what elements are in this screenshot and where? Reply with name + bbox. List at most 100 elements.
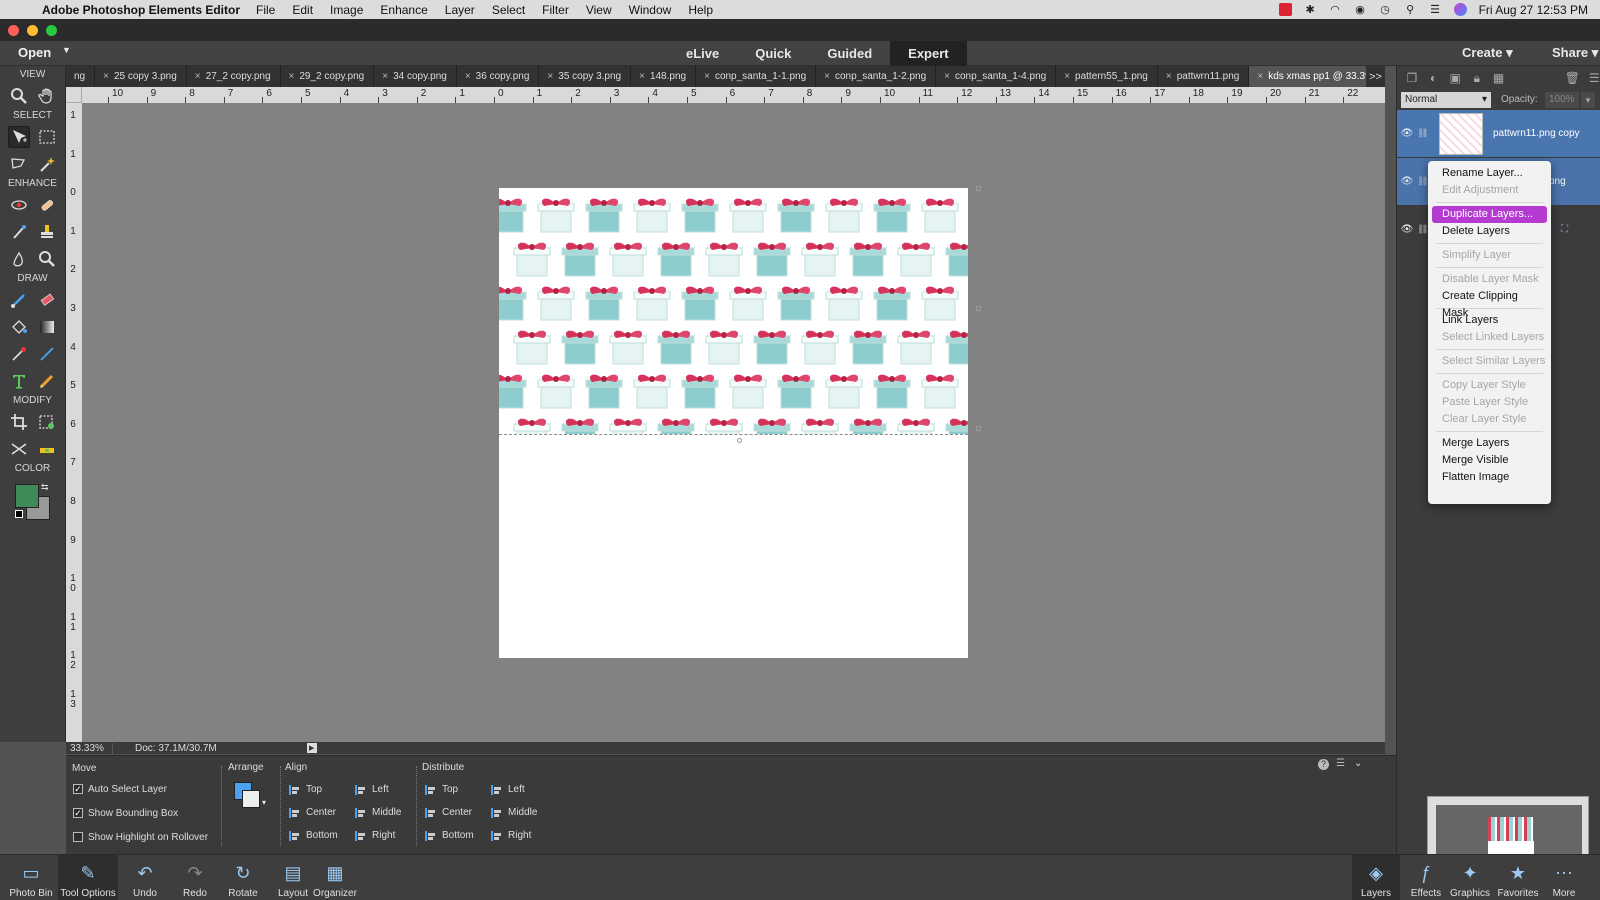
- close-tab-icon[interactable]: ×: [103, 71, 109, 82]
- smart-brush-tool[interactable]: [8, 221, 30, 243]
- menu-select[interactable]: Select: [492, 3, 525, 17]
- context-menu-item[interactable]: Rename Layer...: [1432, 165, 1547, 182]
- auto-select-checkbox[interactable]: ✓: [73, 784, 83, 794]
- bluetooth-icon[interactable]: ✱: [1304, 3, 1317, 16]
- context-menu-item[interactable]: Merge Layers: [1432, 435, 1547, 452]
- document-tab[interactable]: × 27_2 copy.png: [187, 66, 281, 87]
- redo-button[interactable]: ↷ Redo: [172, 855, 218, 900]
- panel-menu-icon[interactable]: ☰: [1587, 71, 1600, 85]
- align-left-button[interactable]: Left: [372, 784, 389, 795]
- close-tab-icon[interactable]: ×: [824, 71, 830, 82]
- highlight-checkbox[interactable]: [73, 832, 83, 842]
- marquee-tool[interactable]: [36, 126, 58, 148]
- rotate-button[interactable]: ↻ Rotate: [220, 855, 266, 900]
- foreground-color-swatch[interactable]: [15, 484, 39, 508]
- zoom-tool[interactable]: [8, 85, 30, 107]
- crop-tool[interactable]: [8, 411, 30, 433]
- share-button[interactable]: Share ▾: [1552, 45, 1598, 61]
- document-tab[interactable]: × 29_2 copy.png: [281, 66, 375, 87]
- zoom-window-button[interactable]: [46, 24, 57, 36]
- pencil-tool[interactable]: [36, 370, 58, 392]
- close-tab-icon[interactable]: ×: [944, 71, 950, 82]
- open-dropdown-icon[interactable]: ▼: [62, 45, 71, 55]
- rotate-handle[interactable]: [737, 438, 742, 443]
- mode-guided[interactable]: Guided: [809, 41, 890, 66]
- align-right-icon[interactable]: [354, 830, 366, 842]
- trash-icon[interactable]: 🗑︎: [1565, 71, 1580, 85]
- menu-help[interactable]: Help: [688, 3, 713, 17]
- align-center-icon[interactable]: [288, 807, 300, 819]
- bounding-box-label[interactable]: Show Bounding Box: [88, 808, 178, 819]
- close-tab-icon[interactable]: ×: [704, 71, 710, 82]
- document-tab[interactable]: × conp_santa_1-4.png: [936, 66, 1057, 87]
- transform-handle[interactable]: [976, 186, 981, 191]
- context-menu-item[interactable]: Create Clipping Mask: [1432, 288, 1547, 319]
- close-tab-icon[interactable]: ×: [382, 71, 388, 82]
- align-top-button[interactable]: Top: [306, 784, 322, 795]
- document-tab[interactable]: × 148.png: [631, 66, 697, 87]
- mode-expert[interactable]: Expert: [890, 41, 967, 66]
- distribute-right-icon[interactable]: [490, 830, 502, 842]
- distribute-bottom-button[interactable]: Bottom: [442, 830, 474, 841]
- straighten-tool[interactable]: [36, 438, 58, 460]
- document-tab[interactable]: ×kds xmas pp1 @ 33.3% (RGB/8) *: [1249, 66, 1385, 87]
- distribute-middle-icon[interactable]: [490, 807, 502, 819]
- tool-options-button[interactable]: ✎ Tool Options: [58, 855, 118, 900]
- time-machine-icon[interactable]: ◷: [1379, 3, 1392, 16]
- align-bottom-icon[interactable]: [288, 830, 300, 842]
- close-tab-icon[interactable]: ×: [1257, 71, 1263, 82]
- user-icon[interactable]: ◉: [1354, 3, 1367, 16]
- close-window-button[interactable]: [8, 24, 19, 36]
- transform-handle[interactable]: [976, 306, 981, 311]
- distribute-center-icon[interactable]: [424, 807, 436, 819]
- mode-elive[interactable]: eLive: [668, 41, 737, 66]
- magic-wand-tool[interactable]: [36, 153, 58, 175]
- options-menu-icon[interactable]: ☰: [1336, 758, 1345, 769]
- adjustment-layer-icon[interactable]: ◐: [1427, 71, 1441, 85]
- line-tool[interactable]: [36, 343, 58, 365]
- layer-name[interactable]: pattwrn11.png copy: [1493, 128, 1580, 139]
- menu-file[interactable]: File: [256, 3, 275, 17]
- document-tab[interactable]: × pattern55_1.png: [1056, 66, 1158, 87]
- context-menu-item[interactable]: Link Layers: [1432, 312, 1547, 329]
- align-left-icon[interactable]: [354, 784, 366, 796]
- menu-view[interactable]: View: [586, 3, 612, 17]
- effects-button[interactable]: ƒ Effects: [1402, 855, 1450, 900]
- open-button[interactable]: Open: [18, 45, 51, 60]
- layout-button[interactable]: ▤ Layout: [270, 855, 316, 900]
- close-tab-icon[interactable]: ×: [1166, 71, 1172, 82]
- close-tab-icon[interactable]: ×: [465, 71, 471, 82]
- close-tab-icon[interactable]: ×: [289, 71, 295, 82]
- search-icon[interactable]: ⚲: [1404, 3, 1417, 16]
- status-menu-icon[interactable]: ▶: [306, 743, 317, 753]
- align-middle-button[interactable]: Middle: [372, 807, 401, 818]
- align-right-button[interactable]: Right: [372, 830, 395, 841]
- menu-filter[interactable]: Filter: [542, 3, 569, 17]
- align-middle-icon[interactable]: [354, 807, 366, 819]
- gradient-tool[interactable]: [36, 316, 58, 338]
- healing-brush-tool[interactable]: [36, 194, 58, 216]
- undo-button[interactable]: ↶ Undo: [122, 855, 168, 900]
- context-menu-item[interactable]: Delete Layers: [1432, 223, 1547, 240]
- distribute-left-button[interactable]: Left: [508, 784, 525, 795]
- canvas-workspace[interactable]: [82, 103, 1385, 742]
- context-menu-item[interactable]: Flatten Image: [1432, 469, 1547, 486]
- paint-bucket-tool[interactable]: [8, 316, 30, 338]
- organizer-button[interactable]: ▦ Organizer: [312, 855, 358, 900]
- distribute-middle-button[interactable]: Middle: [508, 807, 537, 818]
- zoom-enhance-tool[interactable]: [36, 248, 58, 270]
- document-tab[interactable]: × 34 copy.png: [374, 66, 457, 87]
- wifi-icon[interactable]: ◠: [1329, 3, 1342, 16]
- favorites-button[interactable]: ★ Favorites: [1494, 855, 1542, 900]
- document-tab[interactable]: ng: [66, 66, 96, 87]
- brush-tool[interactable]: [8, 289, 30, 311]
- hand-tool[interactable]: [36, 85, 58, 107]
- minimize-window-button[interactable]: [27, 24, 38, 36]
- menu-image[interactable]: Image: [330, 3, 363, 17]
- align-center-button[interactable]: Center: [306, 807, 336, 818]
- content-aware-move-tool[interactable]: [8, 438, 30, 460]
- visibility-eye-icon[interactable]: 👁︎: [1397, 128, 1417, 139]
- document-tab[interactable]: × pattwrn11.png: [1158, 66, 1250, 87]
- close-tab-icon[interactable]: ×: [547, 71, 553, 82]
- gift-pattern-layer[interactable]: [499, 188, 968, 435]
